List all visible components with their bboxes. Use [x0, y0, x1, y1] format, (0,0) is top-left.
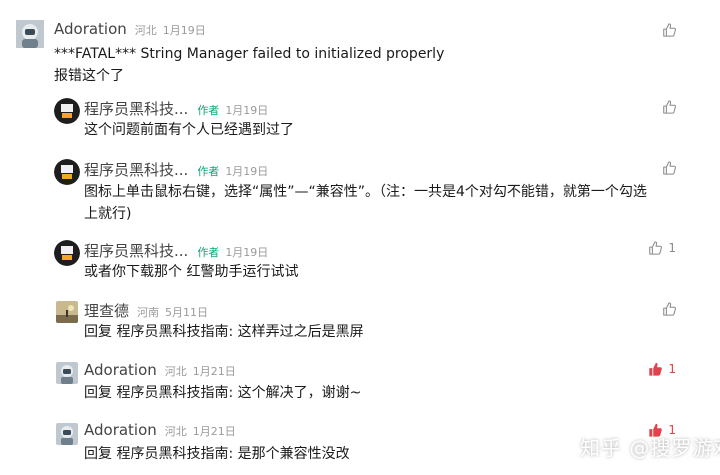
comment-line: 图标上单击鼠标右键，选择“属性”—“兼容性”。（注：一共是4个对勾不能错，就第一… — [84, 184, 647, 200]
comment-line: 这个问题前面有个人已经遇到过了 — [84, 122, 294, 138]
date-label: 5月11日 — [165, 306, 209, 319]
comment-text: : 这样弄过之后是黑屏 — [228, 324, 364, 340]
author-name[interactable]: 理查德 — [84, 300, 129, 321]
astronaut-avatar-icon — [16, 20, 44, 48]
comment-meta: 理查德 河南 5月11日 — [84, 300, 208, 321]
comment-content: 或者你下载那个 红警助手运行试试 — [84, 261, 298, 283]
comment-line: 或者你下载那个 红警助手运行试试 — [84, 264, 299, 280]
location-label: 河北 — [164, 365, 187, 378]
author-name[interactable]: Adoration — [84, 421, 157, 439]
date-label: 1月19日 — [162, 24, 206, 37]
thumbs-up-icon — [663, 302, 676, 316]
date-label: 1月19日 — [225, 246, 269, 259]
like-button[interactable]: 1 — [648, 362, 676, 376]
date-label: 1月21日 — [192, 365, 236, 378]
comment-meta: 程序员黑科技... 作者 1月19日 — [84, 240, 268, 261]
comment-content: 这个问题前面有个人已经遇到过了 — [84, 119, 294, 141]
comment-line: ***FATAL*** String Manager failed to ini… — [54, 46, 445, 62]
location-label: 河北 — [134, 24, 157, 37]
author-logo-icon — [54, 159, 80, 185]
avatar[interactable] — [16, 20, 44, 48]
comment-text: : 是那个兼容性没改 — [228, 446, 350, 462]
astronaut-avatar-icon — [56, 362, 78, 384]
author-badge: 作者 — [197, 165, 220, 178]
comment-meta: Adoration 河北 1月21日 — [84, 421, 236, 439]
author-logo-icon — [54, 98, 80, 124]
like-count: 1 — [668, 241, 676, 255]
thumbs-up-icon — [649, 241, 663, 255]
avatar[interactable] — [56, 362, 78, 384]
thumbs-up-filled-icon — [649, 362, 663, 376]
comment-meta: Adoration 河北 1月19日 — [54, 20, 206, 38]
location-label: 河北 — [164, 425, 187, 438]
reply-to-author[interactable]: 程序员黑科技指南 — [116, 385, 228, 401]
date-label: 1月21日 — [192, 425, 236, 438]
author-logo-icon — [54, 240, 80, 266]
comment-line: 上就行) — [84, 206, 132, 222]
comment-content: 图标上单击鼠标右键，选择“属性”—“兼容性”。（注：一共是4个对勾不能错，就第一… — [84, 181, 647, 225]
avatar[interactable] — [56, 301, 78, 323]
comment-content: 回复 程序员黑科技指南: 这个解决了，谢谢~ — [84, 382, 361, 404]
comment-meta: 程序员黑科技... 作者 1月19日 — [84, 159, 268, 180]
like-button[interactable]: 1 — [648, 241, 676, 255]
author-name[interactable]: 程序员黑科技... — [84, 240, 188, 261]
location-label: 河南 — [137, 306, 160, 319]
reply-to-author[interactable]: 程序员黑科技指南 — [116, 446, 228, 462]
comment-line: 报错这个了 — [54, 68, 124, 84]
landscape-avatar-icon — [56, 301, 78, 323]
comment-meta: Adoration 河北 1月21日 — [84, 361, 236, 379]
astronaut-avatar-icon — [56, 423, 78, 445]
author-name[interactable]: Adoration — [84, 361, 157, 379]
thumbs-up-icon — [663, 100, 676, 114]
like-button[interactable] — [662, 100, 676, 114]
author-name[interactable]: 程序员黑科技... — [84, 98, 188, 119]
reply-to-author[interactable]: 程序员黑科技指南 — [116, 324, 228, 340]
reply-prefix: 回复 — [84, 324, 117, 340]
date-label: 1月19日 — [225, 165, 269, 178]
author-name[interactable]: 程序员黑科技... — [84, 159, 188, 180]
thumbs-up-icon — [663, 23, 676, 37]
author-name[interactable]: Adoration — [54, 20, 127, 38]
comment-content: 回复 程序员黑科技指南: 是那个兼容性没改 — [84, 443, 350, 465]
author-badge: 作者 — [197, 104, 220, 117]
comment-content: ***FATAL*** String Manager failed to ini… — [54, 43, 444, 87]
comment-content: 回复 程序员黑科技指南: 这样弄过之后是黑屏 — [84, 321, 364, 343]
watermark: 知乎 @搜罗游戏 — [580, 436, 720, 460]
avatar[interactable] — [56, 423, 78, 445]
like-count: 1 — [668, 362, 676, 376]
avatar[interactable] — [54, 240, 80, 266]
date-label: 1月19日 — [225, 104, 269, 117]
reply-prefix: 回复 — [84, 446, 117, 462]
reply-prefix: 回复 — [84, 385, 117, 401]
comment-text: : 这个解决了，谢谢~ — [228, 385, 362, 401]
thumbs-up-icon — [663, 161, 676, 175]
avatar[interactable] — [54, 98, 80, 124]
like-button[interactable] — [662, 23, 676, 37]
avatar[interactable] — [54, 159, 80, 185]
author-badge: 作者 — [197, 246, 220, 259]
comment-meta: 程序员黑科技... 作者 1月19日 — [84, 98, 268, 119]
like-button[interactable] — [662, 302, 676, 316]
like-button[interactable] — [662, 161, 676, 175]
